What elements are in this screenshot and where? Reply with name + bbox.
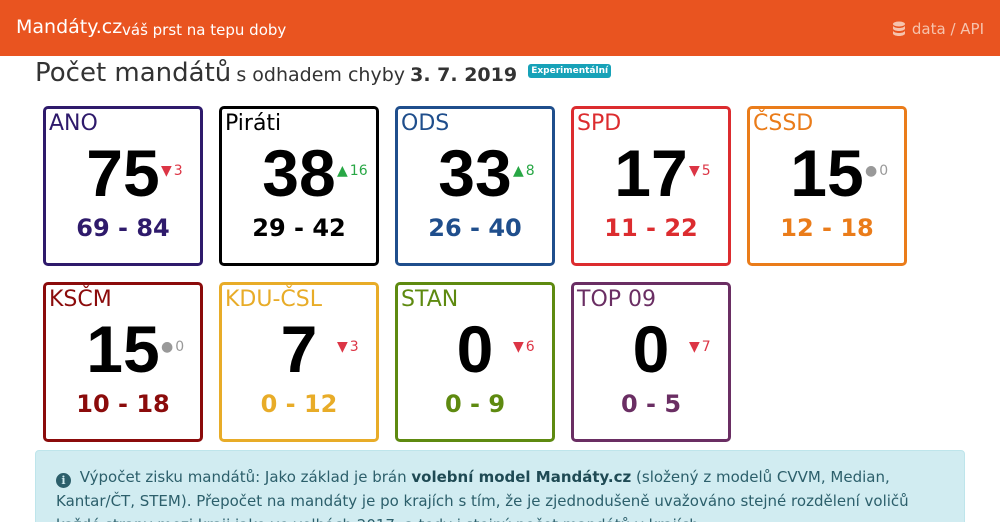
- party-name: KSČM: [49, 287, 112, 312]
- seat-change-value: 0: [879, 163, 889, 179]
- party-card: ODS 33 ▲ 8 26 - 40: [395, 106, 555, 266]
- seat-change-value: 3: [349, 339, 359, 355]
- seat-range: 0 - 12: [260, 390, 338, 418]
- data-api-label[interactable]: data / API: [912, 20, 984, 38]
- seat-change-value: 16: [349, 163, 368, 179]
- seat-change: ▲ 8: [513, 163, 535, 179]
- party-card: TOP 09 0 ▼ 7 0 - 5: [571, 282, 731, 442]
- arrow-up-icon: ▲: [337, 163, 348, 179]
- seat-change-value: 5: [701, 163, 711, 179]
- party-name: ANO: [49, 111, 98, 136]
- title-date: 3. 7. 2019: [410, 64, 518, 86]
- party-name: Piráti: [225, 111, 282, 136]
- page-title: Počet mandátů s odhadem chyby 3. 7. 2019…: [35, 58, 612, 88]
- arrow-down-icon: ▼: [161, 163, 172, 179]
- seat-range: 12 - 18: [780, 214, 874, 242]
- party-card: ČSSD 15 ● 0 12 - 18: [747, 106, 907, 266]
- party-name: STAN: [401, 287, 459, 312]
- dot-icon: ●: [865, 163, 878, 179]
- party-name: TOP 09: [577, 287, 657, 312]
- party-name: ČSSD: [753, 111, 814, 136]
- navbar: Mandáty.cz váš prst na tepu doby data / …: [0, 0, 1000, 56]
- seat-change: ▼ 5: [689, 163, 711, 179]
- seat-range: 26 - 40: [428, 214, 522, 242]
- seat-range: 29 - 42: [252, 214, 346, 242]
- seat-range: 10 - 18: [76, 390, 170, 418]
- arrow-up-icon: ▲: [513, 163, 524, 179]
- seat-range: 0 - 9: [444, 390, 506, 418]
- seat-change: ▼ 6: [513, 339, 535, 355]
- party-name: ODS: [401, 111, 450, 136]
- database-icon: [892, 21, 905, 36]
- seat-change: ● 0: [865, 163, 888, 179]
- party-card: KDU-ČSL 7 ▼ 3 0 - 12: [219, 282, 379, 442]
- title-sub: s odhadem chyby: [236, 64, 406, 86]
- brand-tagline: váš prst na tepu doby: [122, 21, 287, 39]
- party-card: SPD 17 ▼ 5 11 - 22: [571, 106, 731, 266]
- info-alert: i Výpočet zisku mandátů: Jako základ je …: [35, 450, 965, 522]
- arrow-down-icon: ▼: [337, 339, 348, 355]
- seat-change-value: 0: [175, 339, 185, 355]
- seat-change: ▼ 7: [689, 339, 711, 355]
- party-name: KDU-ČSL: [225, 287, 322, 312]
- seat-change: ▼ 3: [337, 339, 359, 355]
- dot-icon: ●: [161, 339, 174, 355]
- data-api-link[interactable]: data / API: [892, 20, 984, 38]
- seat-change-value: 3: [173, 163, 183, 179]
- seat-range: 69 - 84: [76, 214, 170, 242]
- title-main: Počet mandátů: [35, 58, 232, 88]
- seat-change: ● 0: [161, 339, 184, 355]
- party-card: STAN 0 ▼ 6 0 - 9: [395, 282, 555, 442]
- info-text-bold: volební model Mandáty.cz: [411, 468, 632, 486]
- info-text-before: Výpočet zisku mandátů: Jako základ je br…: [79, 468, 407, 486]
- brand-logo[interactable]: Mandáty.cz: [16, 16, 122, 38]
- arrow-down-icon: ▼: [689, 163, 700, 179]
- party-card: Piráti 38 ▲ 16 29 - 42: [219, 106, 379, 266]
- seat-change: ▲ 16: [337, 163, 368, 179]
- info-circle-icon: i: [56, 473, 71, 488]
- seat-change: ▼ 3: [161, 163, 183, 179]
- seat-range: 11 - 22: [604, 214, 698, 242]
- party-name: SPD: [577, 111, 622, 136]
- seat-change-value: 7: [701, 339, 711, 355]
- party-card: KSČM 15 ● 0 10 - 18: [43, 282, 203, 442]
- arrow-down-icon: ▼: [513, 339, 524, 355]
- seat-change-value: 8: [525, 163, 535, 179]
- party-card: ANO 75 ▼ 3 69 - 84: [43, 106, 203, 266]
- arrow-down-icon: ▼: [689, 339, 700, 355]
- seat-range: 0 - 5: [620, 390, 682, 418]
- experimental-badge: Experimentální: [528, 64, 612, 78]
- seat-change-value: 6: [525, 339, 535, 355]
